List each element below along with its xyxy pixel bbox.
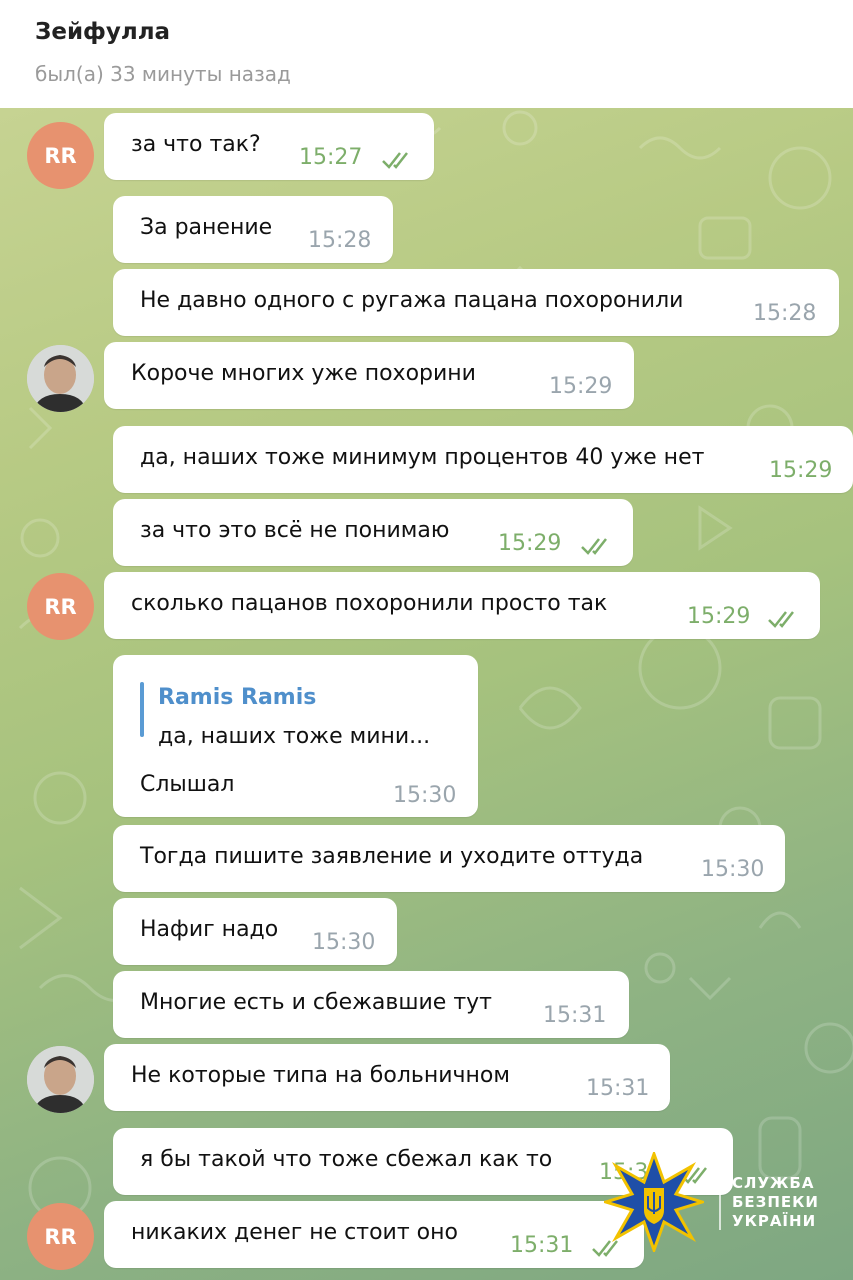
message-time: 15:27 — [299, 145, 363, 170]
message-time: 15:31 — [543, 1003, 607, 1028]
message-time: 15:29 — [498, 531, 562, 556]
message-time: 15:30 — [312, 930, 376, 955]
message-text: Не давно одного с ругажа пацана похорони… — [140, 288, 684, 313]
message-bubble[interactable]: Короче многих уже похорини 15:29 — [104, 342, 634, 409]
sbu-wordmark: СЛУЖБА БЕЗПЕКИ УКРАЇНИ — [732, 1174, 819, 1231]
message-text: за что так? — [131, 132, 261, 157]
message-bubble[interactable]: Многие есть и сбежавшие тут 15:31 — [113, 971, 629, 1038]
double-check-icon — [581, 538, 607, 555]
sbu-line-3: УКРАЇНИ — [732, 1212, 817, 1230]
message-text: я бы такой что тоже сбежал как то — [140, 1147, 553, 1172]
sbu-watermark: СЛУЖБА БЕЗПЕКИ УКРАЇНИ — [604, 1152, 844, 1252]
message-text: Не которые типа на больничном — [131, 1063, 510, 1088]
reply-accent-bar — [140, 682, 144, 737]
avatar-initials: RR — [44, 143, 77, 168]
message-bubble[interactable]: никаких денег не стоит оно 15:31 — [104, 1201, 644, 1268]
message-text: Нафиг надо — [140, 917, 279, 942]
message-time: 15:31 — [510, 1233, 574, 1258]
sbu-divider — [719, 1180, 721, 1230]
sbu-line-1: СЛУЖБА — [732, 1174, 815, 1192]
avatar-initials: RR — [44, 1224, 77, 1249]
message-bubble[interactable]: за что это всё не понимаю 15:29 — [113, 499, 633, 566]
double-check-icon — [382, 152, 408, 169]
reply-author: Ramis Ramis — [158, 685, 317, 710]
reply-message-bubble[interactable]: Ramis Ramis да, наших тоже мини... Слыша… — [113, 655, 478, 817]
double-check-icon — [768, 611, 794, 628]
message-list[interactable]: RR за что так? 15:27 За ранение 15:28 Не… — [0, 108, 853, 1280]
message-bubble[interactable]: Не которые типа на больничном 15:31 — [104, 1044, 670, 1111]
message-text: никаких денег не стоит оно — [131, 1220, 458, 1245]
message-time: 15:29 — [687, 604, 751, 629]
message-time: 15:30 — [701, 857, 765, 882]
message-time: 15:30 — [393, 783, 457, 808]
avatar-rr[interactable]: RR — [27, 1203, 94, 1270]
sbu-emblem-icon — [604, 1152, 704, 1252]
message-bubble[interactable]: да, наших тоже минимум процентов 40 уже … — [113, 426, 853, 493]
message-text: Тогда пишите заявление и уходите оттуда — [140, 844, 644, 869]
message-text: Короче многих уже похорини — [131, 361, 476, 386]
avatar-initials: RR — [44, 594, 77, 619]
message-text: да, наших тоже минимум процентов 40 уже … — [140, 445, 705, 470]
avatar-rr[interactable]: RR — [27, 573, 94, 640]
message-text: Многие есть и сбежавшие тут — [140, 990, 492, 1015]
message-time: 15:29 — [549, 374, 613, 399]
last-seen-status: был(а) 33 минуты назад — [35, 62, 291, 86]
person-icon — [27, 1046, 94, 1113]
sbu-line-2: БЕЗПЕКИ — [732, 1193, 819, 1211]
avatar-photo[interactable] — [27, 1046, 94, 1113]
avatar-rr[interactable]: RR — [27, 122, 94, 189]
message-bubble[interactable]: Тогда пишите заявление и уходите оттуда … — [113, 825, 785, 892]
person-icon — [27, 345, 94, 412]
message-bubble[interactable]: За ранение 15:28 — [113, 196, 393, 263]
avatar-photo[interactable] — [27, 345, 94, 412]
message-time: 15:28 — [753, 301, 817, 326]
message-bubble[interactable]: за что так? 15:27 — [104, 113, 434, 180]
message-bubble[interactable]: сколько пацанов похоронили просто так 15… — [104, 572, 820, 639]
reply-snippet: да, наших тоже мини... — [158, 724, 431, 749]
message-time: 15:31 — [586, 1076, 650, 1101]
message-bubble[interactable]: Не давно одного с ругажа пацана похорони… — [113, 269, 839, 336]
message-time: 15:29 — [769, 458, 833, 483]
message-text: За ранение — [140, 215, 273, 240]
message-text: Слышал — [140, 772, 235, 797]
message-bubble[interactable]: Нафиг надо 15:30 — [113, 898, 397, 965]
chat-header[interactable]: Зейфулла был(а) 33 минуты назад — [0, 0, 853, 108]
message-time: 15:28 — [308, 228, 372, 253]
message-text: сколько пацанов похоронили просто так — [131, 591, 608, 616]
contact-name: Зейфулла — [35, 19, 171, 45]
message-text: за что это всё не понимаю — [140, 518, 450, 543]
